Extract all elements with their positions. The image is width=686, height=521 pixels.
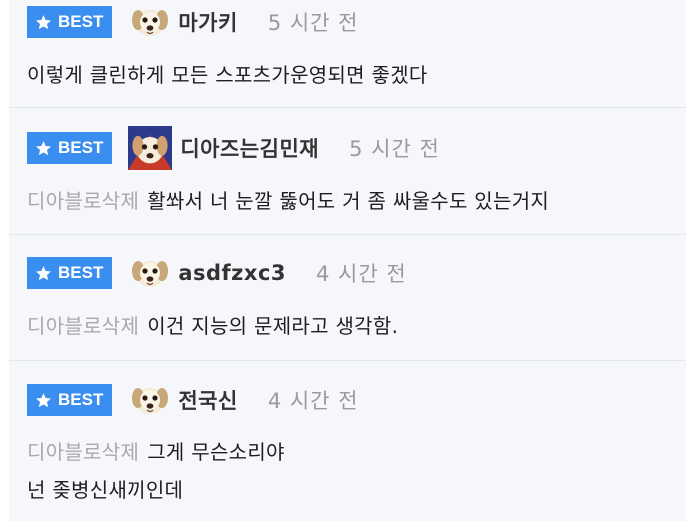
puppy-avatar-icon[interactable] xyxy=(130,2,170,42)
best-badge-label: BEST xyxy=(58,12,104,31)
comment-header: BEST asdfzxc3 4 시간 전 xyxy=(27,256,407,290)
puppy-avatar-icon[interactable] xyxy=(128,126,172,170)
deleted-tag: 디아블로삭제 xyxy=(27,314,140,338)
best-badge: BEST xyxy=(27,384,113,416)
comment-text-line: 넌 좆병신새끼인데 xyxy=(27,478,184,502)
comment-header: BEST 전국신 4 시간 전 xyxy=(27,383,358,417)
star-icon xyxy=(36,392,51,407)
best-badge-label: BEST xyxy=(58,390,104,409)
comment-header: BEST 디아즈는김민재 5 시간 전 xyxy=(27,131,440,165)
star-icon xyxy=(36,140,51,155)
comment-body: 디아블로삭제 활쏴서 너 눈깔 뚫어도 거 좀 싸울수도 있는거지 xyxy=(27,182,676,220)
nickname[interactable]: 마가키 xyxy=(178,7,237,37)
timestamp: 4 시간 전 xyxy=(316,262,407,286)
comment-body: 디아블로삭제 그게 무슨소리야 넌 좆병신새끼인데 xyxy=(27,433,676,509)
puppy-avatar-icon[interactable] xyxy=(130,380,170,420)
star-icon xyxy=(36,265,51,280)
comment-body: 이렇게 클린하게 모든 스포츠가운영되면 좋겠다 xyxy=(27,56,676,94)
best-badge-label: BEST xyxy=(58,138,104,157)
comment-text-line: 이건 지능의 문제라고 생각함. xyxy=(147,314,399,338)
comment-item: BEST asdfzxc3 4 시간 전 디아블로삭제 이건 지능의 문제라고 생… xyxy=(9,235,686,361)
best-badge-label: BEST xyxy=(58,263,104,282)
comment-list: BEST 마가키 5 시간 전 이렇게 클린하게 모든 스포츠가운영되면 좋겠다… xyxy=(0,0,686,521)
puppy-avatar-icon[interactable] xyxy=(130,253,170,293)
deleted-tag: 디아블로삭제 xyxy=(27,440,140,464)
timestamp: 5 시간 전 xyxy=(267,11,359,35)
best-badge: BEST xyxy=(27,257,113,289)
timestamp: 5 시간 전 xyxy=(349,137,440,161)
timestamp: 4 시간 전 xyxy=(267,389,359,413)
comment-item: BEST 전국신 4 시간 전 디아블로삭제 그게 무슨소리야 넌 좆병신새끼인데 xyxy=(9,361,686,521)
deleted-tag: 디아블로삭제 xyxy=(27,189,140,213)
nickname[interactable]: 전국신 xyxy=(178,385,237,415)
nickname[interactable]: asdfzxc3 xyxy=(178,261,286,285)
comment-text-line: 그게 무슨소리야 xyxy=(147,440,285,464)
comment-text-line: 활쏴서 너 눈깔 뚫어도 거 좀 싸울수도 있는거지 xyxy=(147,189,550,213)
comment-item: BEST 마가키 5 시간 전 이렇게 클린하게 모든 스포츠가운영되면 좋겠다 xyxy=(9,0,686,108)
best-badge: BEST xyxy=(27,132,113,164)
comment-body: 디아블로삭제 이건 지능의 문제라고 생각함. xyxy=(27,307,676,345)
comment-header: BEST 마가키 5 시간 전 xyxy=(27,5,358,39)
nickname[interactable]: 디아즈는김민재 xyxy=(180,133,319,163)
star-icon xyxy=(36,14,51,29)
best-badge: BEST xyxy=(27,6,113,38)
comment-item: BEST 디아즈는김민재 5 시간 전 디아블로삭제 활쏴서 너 눈깔 뚫어도 거… xyxy=(9,108,686,235)
comment-text-line: 이렇게 클린하게 모든 스포츠가운영되면 좋겠다 xyxy=(27,63,428,87)
